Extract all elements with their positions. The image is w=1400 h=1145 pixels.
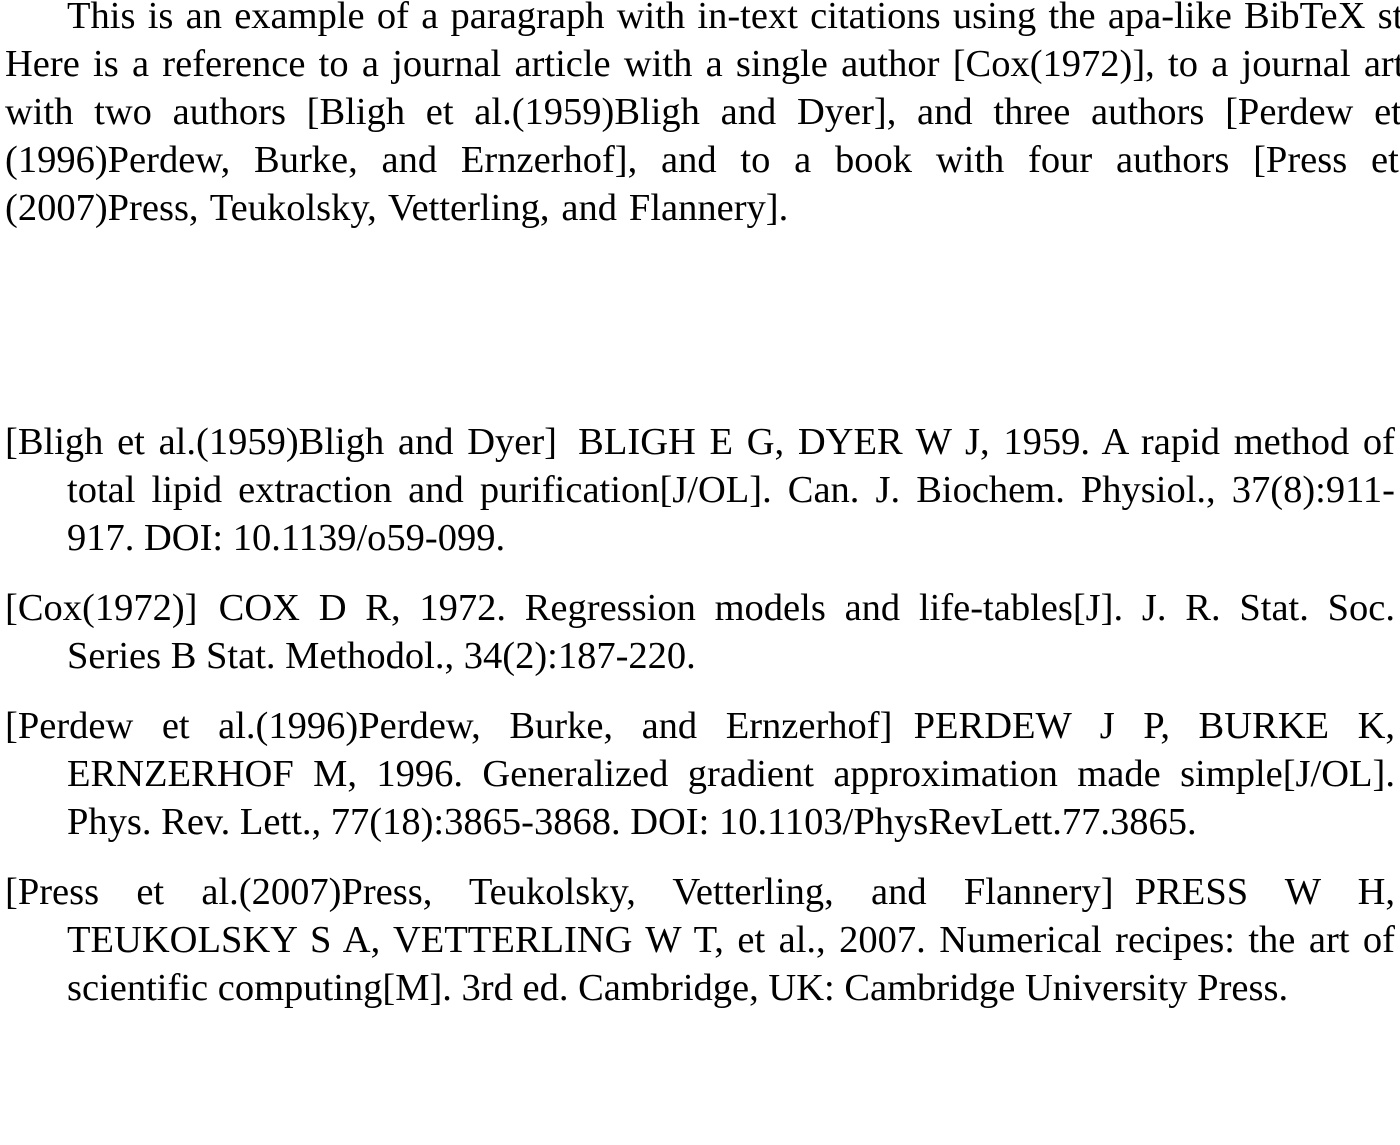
bibliography-entry-label: [Bligh et al.(1959)Bligh and Dyer] bbox=[5, 421, 557, 463]
bibliography-entry-label: [Press et al.(2007)Press, Teukolsky, Vet… bbox=[5, 871, 1114, 913]
document-page: This is an example of a paragraph with i… bbox=[0, 0, 1400, 1145]
body-text-block: This is an example of a paragraph with i… bbox=[5, 0, 1400, 232]
bibliography-entry: [Bligh et al.(1959)Bligh and Dyer] BLIGH … bbox=[5, 418, 1395, 562]
bibliography-entry-label: [Perdew et al.(1996)Perdew, Burke, and E… bbox=[5, 705, 893, 747]
intro-paragraph: This is an example of a paragraph with i… bbox=[5, 0, 1400, 229]
bibliography-entry-label: [Cox(1972)] bbox=[5, 587, 198, 629]
bibliography-entry: [Perdew et al.(1996)Perdew, Burke, and E… bbox=[5, 702, 1395, 846]
bibliography-entry-body: COX D R, 1972. Regression models and lif… bbox=[67, 587, 1395, 677]
bibliography-entry: [Press et al.(2007)Press, Teukolsky, Vet… bbox=[5, 868, 1395, 1012]
bibliography-list: [Bligh et al.(1959)Bligh and Dyer] BLIGH … bbox=[5, 418, 1395, 1012]
bibliography-entry: [Cox(1972)] COX D R, 1972. Regression mod… bbox=[5, 584, 1395, 680]
